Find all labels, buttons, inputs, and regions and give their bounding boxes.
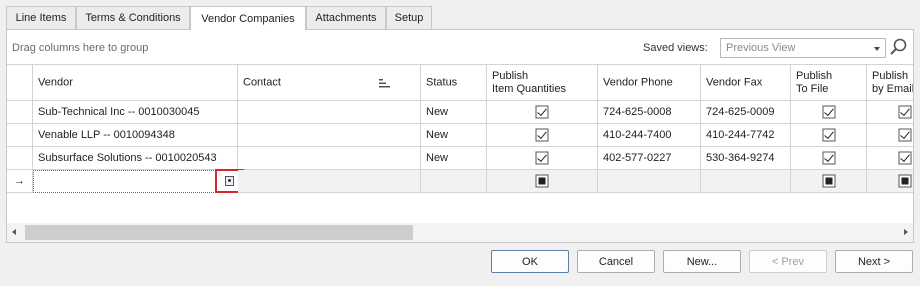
tab-vendor-companies[interactable]: Vendor Companies (190, 6, 306, 30)
publish-to-file-checkbox[interactable] (822, 174, 835, 188)
cell-contact[interactable] (238, 124, 421, 147)
publish-item-quantities-checkbox[interactable] (535, 128, 549, 142)
column-header-status[interactable]: Status (421, 65, 487, 101)
new-item-row[interactable]: → (7, 169, 913, 193)
publish-to-file-checkbox[interactable] (822, 151, 835, 165)
publish-item-quantities-checkbox[interactable] (535, 174, 549, 188)
column-header-vendor[interactable]: Vendor (33, 65, 238, 101)
tab-line-items[interactable]: Line Items (6, 6, 76, 29)
cell-publish-by-email (867, 124, 913, 147)
cell-publish-to-file (791, 147, 867, 170)
tab-label: Terms & Conditions (85, 12, 181, 24)
new-button[interactable]: New... (663, 250, 741, 273)
cell-contact[interactable] (238, 147, 421, 170)
saved-views-value: Previous View (726, 42, 796, 54)
cell-vendor[interactable]: Sub-Technical Inc -- 0010030045 (33, 101, 238, 124)
prev-button[interactable]: < Prev (749, 250, 827, 273)
publish-to-file-checkbox[interactable] (822, 105, 835, 119)
new-vendor-phone-cell[interactable] (598, 170, 701, 193)
vendor-grid: Vendor Contact Status Publish Item Quant… (7, 64, 913, 222)
new-row-indicator: → (7, 170, 33, 193)
tab-label: Attachments (315, 12, 377, 24)
publish-by-email-checkbox[interactable] (898, 151, 912, 165)
tab-label: Setup (394, 12, 424, 24)
grid-header-row: Vendor Contact Status Publish Item Quant… (7, 65, 913, 101)
new-publish-item-quantities-cell (487, 170, 598, 193)
tab-label: Line Items (15, 12, 67, 24)
cell-publish-to-file (791, 101, 867, 124)
next-button[interactable]: Next > (835, 250, 913, 273)
publish-to-file-checkbox[interactable] (822, 128, 835, 142)
horizontal-scrollbar[interactable] (7, 223, 913, 242)
cell-status[interactable]: New (421, 101, 487, 124)
lookup-icon (225, 176, 234, 186)
column-header-publish-item-quantities[interactable]: Publish Item Quantities (487, 65, 598, 101)
cell-vendor-fax[interactable]: 724-625-0009 (701, 101, 791, 124)
publish-item-quantities-checkbox[interactable] (535, 105, 549, 119)
table-row[interactable]: Subsurface Solutions -- 0010020543 New 4… (7, 147, 913, 170)
publish-by-email-checkbox[interactable] (898, 105, 912, 119)
cell-publish-item-quantities (487, 101, 598, 124)
scroll-left-icon[interactable] (12, 229, 16, 235)
publish-by-email-checkbox[interactable] (898, 174, 912, 188)
cell-status[interactable]: New (421, 124, 487, 147)
tab-setup[interactable]: Setup (386, 6, 432, 29)
row-indicator[interactable] (7, 124, 33, 147)
cell-vendor-fax[interactable]: 410-244-7742 (701, 124, 791, 147)
cell-publish-item-quantities (487, 124, 598, 147)
column-header-vendor-fax[interactable]: Vendor Fax (701, 65, 791, 101)
cell-vendor-fax[interactable]: 530-364-9274 (701, 147, 791, 170)
publish-item-quantities-checkbox[interactable] (535, 151, 549, 165)
saved-views-label: Saved views: (643, 42, 708, 54)
group-by-drop-area[interactable]: Drag columns here to group (12, 42, 148, 54)
cell-vendor[interactable]: Subsurface Solutions -- 0010020543 (33, 147, 238, 170)
chevron-down-icon[interactable] (874, 47, 880, 51)
cell-vendor-phone[interactable]: 724-625-0008 (598, 101, 701, 124)
new-publish-by-email-cell (867, 170, 913, 193)
row-indicator[interactable] (7, 101, 33, 124)
vendor-companies-panel: Drag columns here to group Saved views: … (6, 29, 914, 243)
cell-vendor-phone[interactable]: 402-577-0227 (598, 147, 701, 170)
column-header-contact[interactable]: Contact (238, 65, 421, 101)
new-vendor-input[interactable] (33, 169, 244, 193)
tab-attachments[interactable]: Attachments (306, 6, 386, 29)
table-row[interactable]: Venable LLP -- 0010094348 New 410-244-74… (7, 124, 913, 147)
search-icon[interactable] (888, 36, 910, 58)
new-publish-to-file-cell (791, 170, 867, 193)
cell-vendor[interactable]: Venable LLP -- 0010094348 (33, 124, 238, 147)
arrow-right-icon: → (14, 175, 25, 187)
column-header-publish-to-file[interactable]: Publish To File (791, 65, 867, 101)
saved-views-dropdown[interactable]: Previous View (720, 38, 886, 58)
tab-label: Vendor Companies (201, 12, 295, 25)
new-contact-cell[interactable] (238, 170, 421, 193)
publish-by-email-checkbox[interactable] (898, 128, 912, 142)
cell-vendor-phone[interactable]: 410-244-7400 (598, 124, 701, 147)
scrollbar-thumb[interactable] (25, 225, 413, 240)
ok-button[interactable]: OK (491, 250, 569, 273)
column-header-publish-by-email[interactable]: Publish by Email (867, 65, 913, 101)
row-indicator[interactable] (7, 147, 33, 170)
scroll-right-icon[interactable] (904, 229, 908, 235)
table-row[interactable]: Sub-Technical Inc -- 0010030045 New 724-… (7, 101, 913, 124)
tab-terms-conditions[interactable]: Terms & Conditions (76, 6, 190, 29)
sort-icon[interactable] (379, 79, 391, 88)
cancel-button[interactable]: Cancel (577, 250, 655, 273)
cell-publish-by-email (867, 101, 913, 124)
cell-publish-to-file (791, 124, 867, 147)
cell-publish-by-email (867, 147, 913, 170)
column-header-vendor-phone[interactable]: Vendor Phone (598, 65, 701, 101)
new-status-cell[interactable] (421, 170, 487, 193)
cell-publish-item-quantities (487, 147, 598, 170)
cell-status[interactable]: New (421, 147, 487, 170)
cell-contact[interactable] (238, 101, 421, 124)
row-indicator-header (7, 65, 33, 101)
new-vendor-fax-cell[interactable] (701, 170, 791, 193)
